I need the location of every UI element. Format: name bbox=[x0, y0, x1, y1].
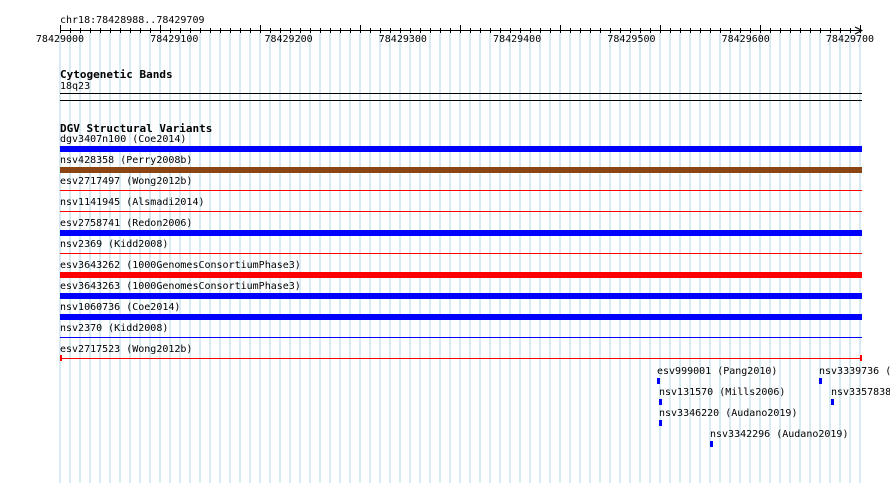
small-variant-label: nsv131570 (Mills2006) bbox=[659, 387, 786, 398]
variant-feature[interactable] bbox=[60, 190, 862, 191]
track-divider bbox=[60, 100, 862, 101]
small-variant-label: nsv3339736 ( bbox=[819, 366, 890, 377]
small-variant-feature[interactable] bbox=[657, 378, 660, 384]
variant-label: esv3643262 (1000GenomesConsortiumPhase3) bbox=[60, 260, 301, 271]
variant-feature[interactable] bbox=[60, 314, 862, 320]
variant-label: nsv428358 (Perry2008b) bbox=[60, 155, 193, 166]
variant-label: nsv2370 (Kidd2008) bbox=[60, 323, 169, 334]
small-variant-feature[interactable] bbox=[819, 378, 822, 384]
small-variant-feature[interactable] bbox=[710, 441, 713, 447]
variant-feature[interactable] bbox=[60, 293, 862, 299]
ruler-tick-label: 78429100 bbox=[150, 34, 199, 45]
small-variant-label: nsv3342296 (Audano2019) bbox=[710, 429, 849, 440]
variant-feature[interactable] bbox=[60, 272, 862, 278]
variant-end-cap bbox=[860, 355, 862, 361]
variant-label: esv2717523 (Wong2012b) bbox=[60, 344, 193, 355]
variant-label: esv2758741 (Redon2006) bbox=[60, 218, 193, 229]
variant-label: dgv3407n100 (Coe2014) bbox=[60, 134, 187, 145]
small-variant-label: nsv3357838 bbox=[831, 387, 890, 398]
ruler-tick-label: 78429300 bbox=[378, 34, 427, 45]
ruler-tick-label: 78429500 bbox=[607, 34, 656, 45]
ruler-tick-label: 78429400 bbox=[493, 34, 542, 45]
ruler-tick-label: 78429700 bbox=[825, 34, 875, 45]
variant-label: nsv1141945 (Alsmadi2014) bbox=[60, 197, 205, 208]
small-variant-feature[interactable] bbox=[831, 399, 834, 405]
variant-feature[interactable] bbox=[60, 358, 862, 359]
cytoband-label: 18q23 bbox=[60, 81, 91, 92]
variant-label: esv3643263 (1000GenomesConsortiumPhase3) bbox=[60, 281, 301, 292]
variant-feature[interactable] bbox=[60, 253, 862, 254]
variant-feature[interactable] bbox=[60, 337, 862, 338]
variant-label: nsv1060736 (Coe2014) bbox=[60, 302, 181, 313]
variant-label: nsv2369 (Kidd2008) bbox=[60, 239, 169, 250]
cytoband-band[interactable] bbox=[60, 93, 862, 94]
variant-feature[interactable] bbox=[60, 167, 862, 173]
cytoband-track-title: Cytogenetic Bands bbox=[60, 68, 173, 81]
variant-label: esv2717497 (Wong2012b) bbox=[60, 176, 193, 187]
ruler-tick-label: 78429000 bbox=[35, 34, 85, 45]
genome-track-viewer[interactable]: chr18:78428988..78429709 78429000 7842910… bbox=[0, 0, 890, 483]
variant-end-cap bbox=[60, 355, 62, 361]
small-variant-label: esv999001 (Pang2010) bbox=[657, 366, 778, 377]
small-variant-feature[interactable] bbox=[659, 399, 662, 405]
small-variant-feature[interactable] bbox=[659, 420, 662, 426]
variant-feature[interactable] bbox=[60, 211, 862, 212]
ruler-tick-label: 78429200 bbox=[264, 34, 313, 45]
small-variant-label: nsv3346220 (Audano2019) bbox=[659, 408, 798, 419]
variant-feature[interactable] bbox=[60, 230, 862, 236]
ruler-tick-label: 78429600 bbox=[721, 34, 770, 45]
variant-feature[interactable] bbox=[60, 146, 862, 152]
